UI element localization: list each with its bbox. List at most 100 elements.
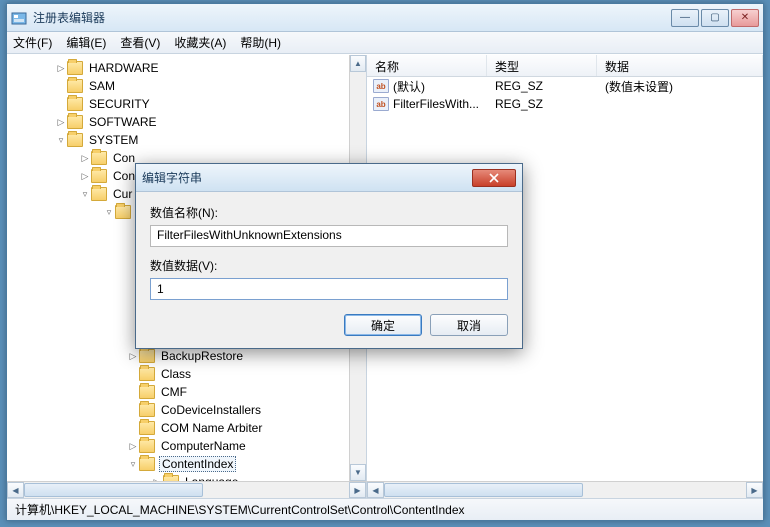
tree-node[interactable]: ▿ ContentIndex	[7, 455, 366, 473]
folder-icon	[139, 349, 155, 363]
dialog-close-button[interactable]	[472, 169, 516, 187]
folder-icon	[139, 385, 155, 399]
folder-icon	[67, 79, 83, 93]
window-title: 注册表编辑器	[33, 9, 671, 26]
tree-node[interactable]: ▷ ComputerName	[7, 437, 366, 455]
ok-button[interactable]: 确定	[344, 314, 422, 336]
folder-icon	[67, 61, 83, 75]
list-header[interactable]: 名称 类型 数据	[367, 55, 763, 77]
scroll-thumb[interactable]	[384, 483, 583, 497]
tree-node[interactable]: SAM	[7, 77, 366, 95]
scroll-up-button[interactable]: ▲	[350, 55, 366, 72]
tree-node-label: SAM	[87, 79, 117, 93]
expand-closed-icon[interactable]: ▷	[127, 351, 139, 362]
col-name[interactable]: 名称	[367, 55, 487, 76]
folder-icon	[91, 187, 107, 201]
minimize-button[interactable]: —	[671, 9, 699, 27]
scroll-thumb[interactable]	[24, 483, 203, 497]
app-icon	[11, 10, 27, 26]
folder-icon	[163, 475, 179, 481]
tree-node-label: HARDWARE	[87, 61, 161, 75]
expand-closed-icon[interactable]: ▷	[79, 153, 91, 164]
folder-icon	[91, 151, 107, 165]
expand-open-icon[interactable]: ▿	[103, 207, 115, 218]
maximize-button[interactable]: ▢	[701, 9, 729, 27]
tree-node-label: Class	[159, 367, 193, 381]
tree-node-label: CoDeviceInstallers	[159, 403, 263, 417]
tree-node[interactable]: CMF	[7, 383, 366, 401]
col-type[interactable]: 类型	[487, 55, 597, 76]
tree-node[interactable]: CoDeviceInstallers	[7, 401, 366, 419]
tree-node-label: SOFTWARE	[87, 115, 159, 129]
tree-node-label: BackupRestore	[159, 349, 245, 363]
expand-closed-icon[interactable]: ▷	[55, 63, 67, 74]
cancel-button[interactable]: 取消	[430, 314, 508, 336]
value-name-field: FilterFilesWithUnknownExtensions	[150, 225, 508, 247]
hscroll-row: ◀ ▶ ◀ ▶	[7, 481, 763, 498]
tree-node-label: Cur	[111, 187, 134, 201]
value-data: (数值未设置)	[597, 78, 763, 95]
expand-closed-icon[interactable]: ▷	[127, 441, 139, 452]
tree-node-label: Con	[111, 169, 137, 183]
value-name: FilterFilesWith...	[393, 97, 479, 111]
tree-node-label: ContentIndex	[159, 456, 236, 472]
tree-node-label: SECURITY	[87, 97, 152, 111]
folder-icon	[91, 169, 107, 183]
scroll-right-button[interactable]: ▶	[349, 482, 366, 498]
folder-icon	[67, 115, 83, 129]
menu-edit[interactable]: 编辑(E)	[66, 34, 106, 51]
string-value-icon: ab	[373, 79, 389, 93]
list-hscrollbar[interactable]: ◀ ▶	[367, 481, 763, 498]
value-name: (默认)	[393, 78, 425, 95]
statusbar: 计算机\HKEY_LOCAL_MACHINE\SYSTEM\CurrentCon…	[7, 498, 763, 520]
folder-icon	[67, 97, 83, 111]
expand-closed-icon[interactable]: ▷	[55, 117, 67, 128]
expand-open-icon[interactable]: ▿	[127, 459, 139, 470]
folder-icon	[139, 421, 155, 435]
edit-string-dialog: 编辑字符串 数值名称(N): FilterFilesWithUnknownExt…	[135, 163, 523, 349]
col-data[interactable]: 数据	[597, 55, 763, 76]
tree-node[interactable]: ▷ SOFTWARE	[7, 113, 366, 131]
scroll-left-button[interactable]: ◀	[367, 482, 384, 498]
tree-node[interactable]: SECURITY	[7, 95, 366, 113]
tree-node[interactable]: ▿SYSTEM	[7, 131, 366, 149]
value-name-label: 数值名称(N):	[150, 204, 508, 221]
folder-icon	[67, 133, 83, 147]
expand-open-icon[interactable]: ▿	[55, 135, 67, 146]
close-button[interactable]: ✕	[731, 9, 759, 27]
tree-node[interactable]: Class	[7, 365, 366, 383]
titlebar[interactable]: 注册表编辑器 — ▢ ✕	[7, 4, 763, 32]
dialog-title: 编辑字符串	[142, 169, 472, 186]
menu-help[interactable]: 帮助(H)	[240, 34, 281, 51]
expand-open-icon[interactable]: ▿	[79, 189, 91, 200]
menu-view[interactable]: 查看(V)	[120, 34, 160, 51]
tree-node[interactable]: ▷ BackupRestore	[7, 347, 366, 365]
tree-node[interactable]: ▷Language	[7, 473, 366, 481]
tree-node-label: Con	[111, 151, 137, 165]
dialog-titlebar[interactable]: 编辑字符串	[136, 164, 522, 192]
tree-node[interactable]: ▷ HARDWARE	[7, 59, 366, 77]
value-type: REG_SZ	[487, 79, 597, 93]
tree-node-label: COM Name Arbiter	[159, 421, 264, 435]
list-row[interactable]: abFilterFilesWith...REG_SZ	[367, 95, 763, 113]
folder-icon	[115, 205, 131, 219]
tree-node-label: ComputerName	[159, 439, 248, 453]
string-value-icon: ab	[373, 97, 389, 111]
tree-hscrollbar[interactable]: ◀ ▶	[7, 481, 367, 498]
scroll-down-button[interactable]: ▼	[350, 464, 366, 481]
scroll-left-button[interactable]: ◀	[7, 482, 24, 498]
menu-file[interactable]: 文件(F)	[13, 34, 52, 51]
expand-closed-icon[interactable]: ▷	[79, 171, 91, 182]
folder-icon	[139, 367, 155, 381]
value-data-input[interactable]	[150, 278, 508, 300]
close-icon	[489, 173, 499, 183]
tree-node-label: CMF	[159, 385, 189, 399]
scroll-right-button[interactable]: ▶	[746, 482, 763, 498]
list-row[interactable]: ab (默认) REG_SZ(数值未设置)	[367, 77, 763, 95]
tree-node[interactable]: COM Name Arbiter	[7, 419, 366, 437]
folder-icon	[139, 457, 155, 471]
menu-favorites[interactable]: 收藏夹(A)	[174, 34, 226, 51]
folder-icon	[139, 403, 155, 417]
expand-closed-icon[interactable]: ▷	[151, 477, 163, 482]
folder-icon	[139, 439, 155, 453]
